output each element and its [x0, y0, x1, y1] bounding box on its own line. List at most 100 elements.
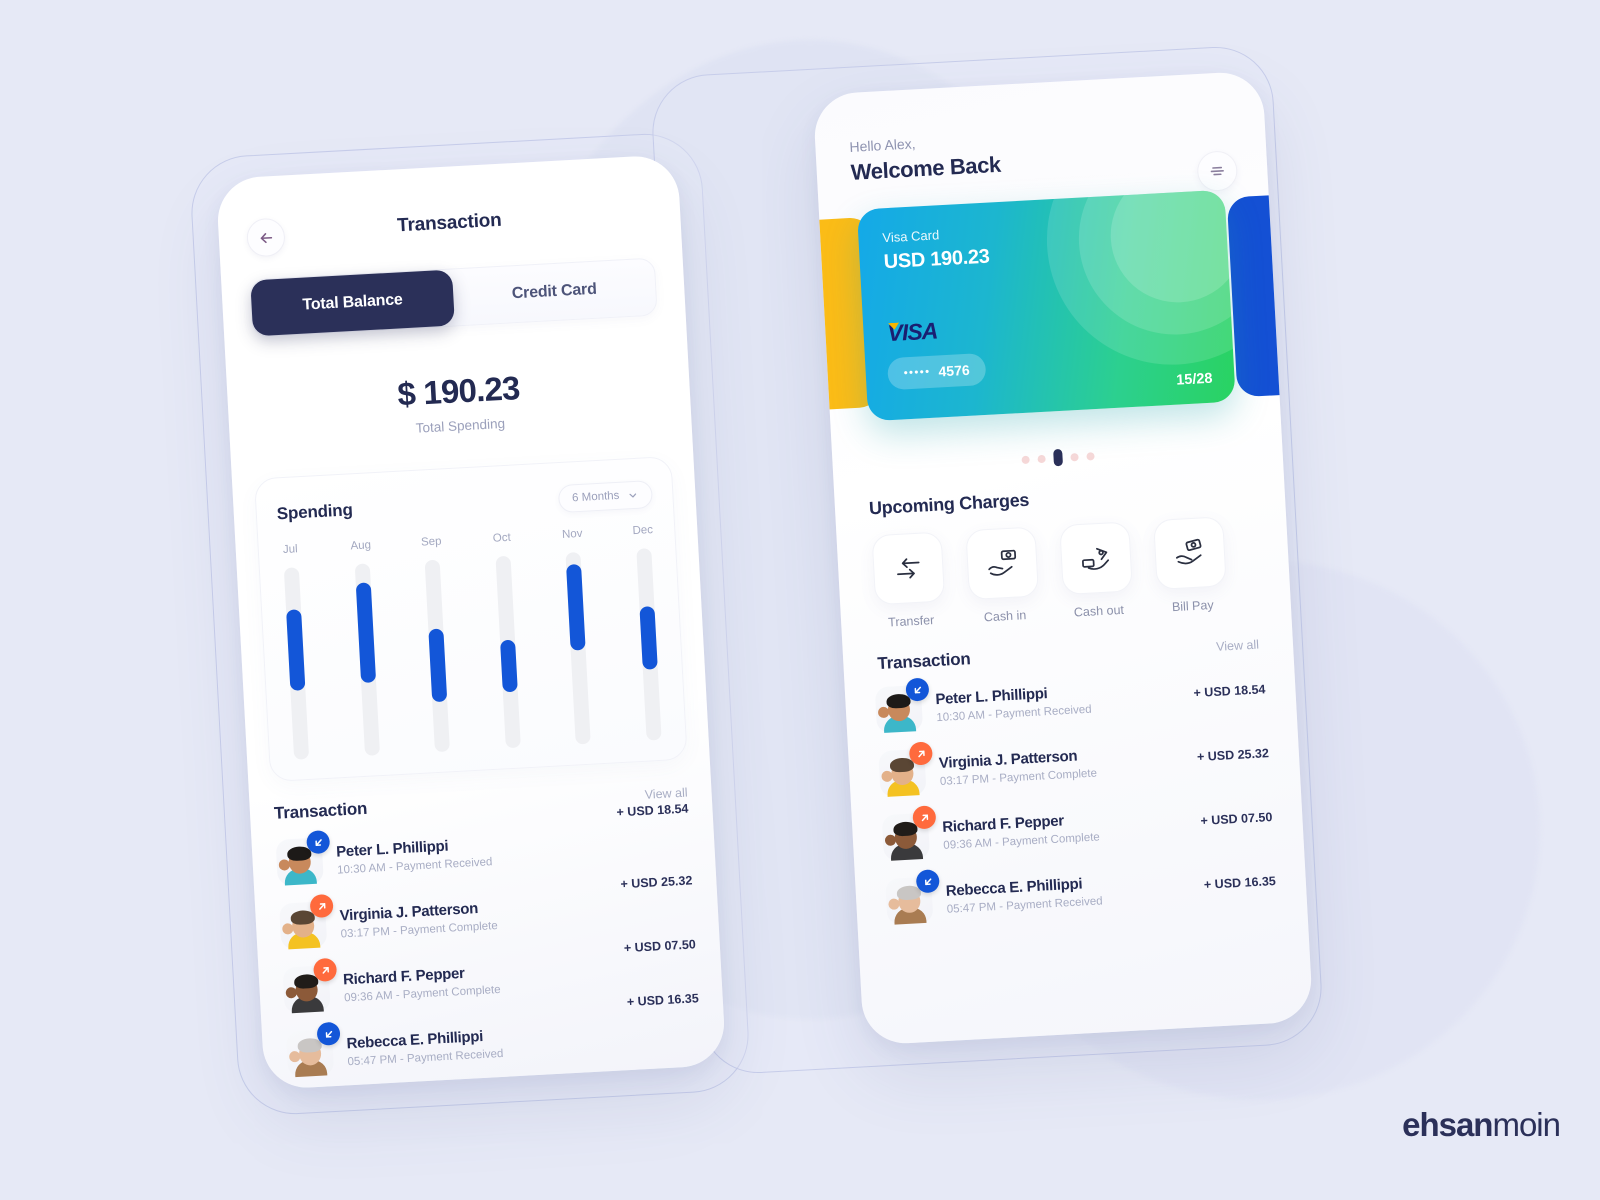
carousel-dot[interactable]: [1036, 454, 1046, 463]
chart-bar-jul: Jul: [282, 543, 310, 760]
watermark-light: moin: [1492, 1106, 1561, 1143]
transaction-direction-badge: [306, 829, 331, 855]
transactions-title: Transaction: [273, 798, 368, 823]
chart-bar-fill: [428, 628, 448, 703]
transaction-direction-badge: [316, 1021, 341, 1046]
phone-screen-transaction: Transaction Total Balance Credit Card $ …: [215, 154, 727, 1090]
carousel-dot[interactable]: [1020, 455, 1030, 464]
arrow-down-left-icon: [325, 1030, 332, 1038]
chart-track: [424, 559, 451, 753]
visa-brand-logo: VISA: [886, 317, 938, 347]
chart-label: Jul: [282, 543, 298, 557]
card-number-pill: ••••• 4576: [886, 352, 987, 391]
quick-action-transfer[interactable]: Transfer: [865, 531, 954, 630]
transaction-amount: + USD 16.35: [1203, 873, 1277, 892]
hand-bills-icon: [1175, 538, 1202, 565]
transfer-arrows-icon: [897, 558, 920, 579]
card-preview-blue[interactable]: [1226, 193, 1314, 398]
avatar-tile: [885, 869, 940, 926]
chart-track: [354, 563, 380, 756]
watermark: ehsanmoin: [1402, 1106, 1561, 1144]
transaction-direction-badge: [908, 741, 933, 766]
chart-bar-fill: [639, 605, 658, 670]
spending-title: Spending: [276, 500, 354, 524]
tab-credit-card[interactable]: Credit Card: [452, 259, 657, 326]
arrow-up-right-icon: [318, 902, 325, 910]
chart-bar-fill: [355, 582, 376, 684]
avatar-tile: [878, 741, 933, 798]
quick-action-cash-out[interactable]: Cash out: [1052, 521, 1141, 620]
range-selector[interactable]: 6 Months: [557, 480, 654, 514]
quick-action-cash-in[interactable]: Cash in: [958, 526, 1047, 625]
quick-action-label: Cash in: [983, 608, 1027, 625]
quick-action-label: Cash out: [1073, 602, 1125, 620]
watermark-bold: ehsan: [1402, 1106, 1493, 1143]
chart-label: Sep: [420, 535, 442, 549]
arrow-down-left-icon: [314, 838, 322, 846]
carousel-dot[interactable]: [1052, 448, 1063, 467]
transaction-direction-badge: [912, 805, 937, 830]
transaction-meta: Richard F. Pepper 09:36 AM - Payment Comp…: [942, 804, 1201, 852]
hand-giving-cash-icon: [1082, 547, 1110, 570]
carousel-dot[interactable]: [1069, 452, 1079, 461]
hand-receiving-cash-icon: [988, 549, 1017, 576]
tab-total-balance[interactable]: Total Balance: [250, 269, 455, 337]
right-transactions-title: Transaction: [876, 649, 972, 674]
transaction-direction-badge: [915, 869, 940, 894]
upcoming-charges-title: Upcoming Charges: [868, 489, 1030, 519]
transaction-amount: + USD 18.54: [616, 801, 689, 820]
right-view-all-link[interactable]: View all: [1216, 638, 1260, 654]
avatar-tile: [874, 677, 930, 734]
chart-track: [283, 567, 310, 760]
transaction-meta: Virginia J. Patterson 03:17 PM - Payment …: [938, 741, 1197, 787]
left-transaction-section: Transaction View all Peter L. Phillippi 1…: [274, 782, 702, 1080]
transaction-amount: + USD 07.50: [1200, 810, 1273, 828]
chart-label: Dec: [632, 524, 654, 538]
card-expiry: 15/28: [1175, 370, 1213, 389]
transaction-direction-badge: [309, 893, 334, 919]
chart-label: Aug: [350, 539, 372, 553]
chart-bar-aug: Aug: [350, 539, 380, 756]
view-all-link[interactable]: View all: [644, 786, 688, 802]
spending-header: Spending 6 Months: [276, 480, 654, 528]
quick-action-tile: [1059, 521, 1133, 596]
quick-action-tile: [871, 531, 946, 606]
visa-card[interactable]: Visa Card USD 190.23 VISA ••••• 4576 15/…: [856, 189, 1236, 422]
transaction-list: Peter L. Phillippi 10:30 AM - Payment Rec…: [275, 802, 702, 1080]
chart-track: [495, 555, 521, 749]
chart-bar-fill: [499, 640, 518, 693]
avatar-tile: [278, 893, 334, 950]
transaction-direction-badge: [905, 677, 930, 702]
transaction-amount: + USD 25.32: [1196, 746, 1270, 765]
transaction-meta: Peter L. Phillippi 10:30 AM - Payment Rec…: [935, 677, 1194, 724]
card-carousel: Visa Card USD 190.23 VISA ••••• 4576 15/…: [812, 181, 1314, 455]
transaction-meta: Virginia J. Patterson 03:17 PM - Payment …: [339, 888, 694, 940]
chart-label: Nov: [561, 527, 583, 541]
spending-bar-chart: Jul Aug Sep Oct Nov Dec: [279, 524, 666, 760]
arrow-down-left-icon: [924, 877, 931, 885]
arrow-down-left-icon: [914, 686, 921, 693]
chart-bar-fill: [566, 563, 587, 651]
carousel-dot[interactable]: [1085, 451, 1095, 461]
transaction-meta: Peter L. Phillippi 10:30 AM - Payment Rec…: [336, 824, 691, 876]
chart-track: [636, 548, 662, 741]
avatar-tile: [282, 957, 338, 1014]
range-label: 6 Months: [571, 489, 620, 505]
arrow-up-right-icon: [917, 750, 925, 757]
phone-screen-home: Hello Alex, Welcome Back Visa Card USD 1…: [812, 70, 1314, 1046]
transaction-row[interactable]: Rebecca E. Phillippi 05:47 PM - Payment R…: [285, 991, 702, 1079]
card-last4: 4576: [938, 361, 971, 380]
avatar-tile: [881, 805, 937, 862]
chart-bar-nov: Nov: [561, 527, 592, 745]
quick-action-bill-pay[interactable]: Bill Pay: [1146, 516, 1235, 615]
quick-action-tile: [965, 526, 1040, 601]
transaction-amount: + USD 16.35: [626, 991, 700, 1010]
arrow-up-right-icon: [321, 966, 329, 974]
transaction-amount: + USD 18.54: [1193, 682, 1266, 701]
quick-action-label: Bill Pay: [1171, 597, 1214, 615]
chart-bar-dec: Dec: [632, 524, 662, 741]
quick-action-label: Transfer: [887, 613, 935, 630]
spending-card: Spending 6 Months Jul Aug Sep Oct Nov Dec: [253, 455, 688, 783]
avatar-tile: [275, 829, 331, 886]
chart-bar-sep: Sep: [420, 535, 451, 753]
